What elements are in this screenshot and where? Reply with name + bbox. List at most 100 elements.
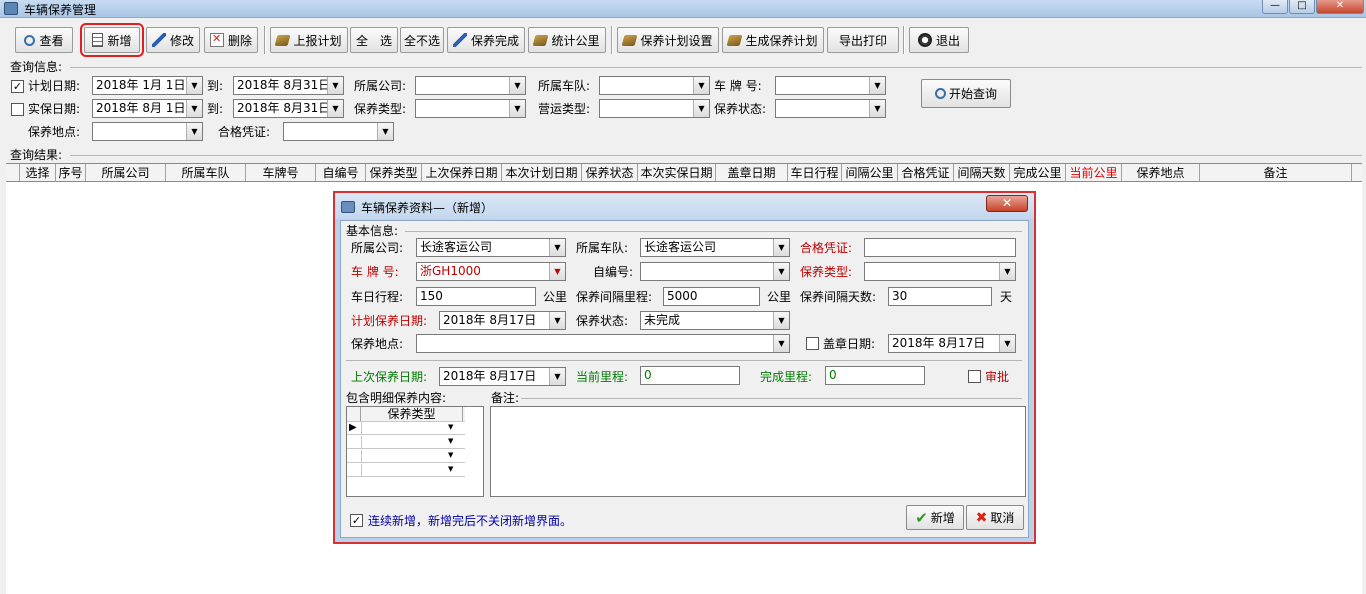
dlg-done-km-input[interactable]: 0: [825, 366, 925, 385]
company-label: 所属公司:: [354, 79, 407, 93]
minimize-button[interactable]: —: [1262, 0, 1288, 14]
pen-icon: [151, 33, 166, 47]
grid-column-header[interactable]: 保养类型: [366, 164, 422, 182]
dlg-stamp-date-picker[interactable]: 2018年 8月17日 ▼: [888, 334, 1016, 353]
grid-column-header[interactable]: 完成公里: [1010, 164, 1066, 182]
grid-column-header[interactable]: 当前公里: [1066, 164, 1122, 182]
dlg-detail-row[interactable]: ▼: [347, 464, 465, 477]
dlg-daily-km-label: 车日行程:: [351, 290, 404, 304]
actual-date-to-picker[interactable]: 2018年 8月31日 ▼: [233, 99, 344, 118]
grid-column-header[interactable]: 保养地点: [1122, 164, 1200, 182]
plate-select[interactable]: ▼: [775, 76, 886, 95]
maint-type-label: 保养类型:: [354, 102, 407, 116]
dlg-status-select[interactable]: 未完成 ▼: [640, 311, 790, 330]
grid-column-header[interactable]: 上次保养日期: [422, 164, 502, 182]
view-button[interactable]: 查看: [15, 27, 73, 53]
chevron-down-icon: ▼: [773, 239, 789, 256]
chevron-down-icon: ▼: [186, 77, 202, 94]
dlg-detail-row[interactable]: ▶ ▼: [347, 422, 465, 435]
actual-date-from-picker[interactable]: 2018年 8月 1日 ▼: [92, 99, 203, 118]
dlg-cancel-button[interactable]: ✖ 取消: [966, 505, 1024, 530]
dlg-company-select[interactable]: 长途客运公司 ▼: [416, 238, 566, 257]
dlg-detail-row[interactable]: ▼: [347, 436, 465, 449]
plan-date-checkbox[interactable]: ✓: [11, 80, 24, 93]
fleet-select[interactable]: ▼: [599, 76, 710, 95]
select-none-button[interactable]: 全不选: [400, 27, 444, 53]
actual-date-to-label: 到:: [207, 102, 224, 116]
grid-column-header[interactable]: 间隔天数: [954, 164, 1010, 182]
dlg-stamp-date-checkbox[interactable]: [806, 337, 819, 350]
generate-plan-button[interactable]: 生成保养计划: [722, 27, 824, 53]
dlg-remark-textarea[interactable]: [490, 406, 1026, 497]
exit-button[interactable]: 退出: [909, 27, 969, 53]
report-plan-button[interactable]: 上报计划: [270, 27, 348, 53]
dlg-self-no-select[interactable]: ▼: [640, 262, 790, 281]
dlg-add-button[interactable]: ✔ 新增: [906, 505, 964, 530]
grid-column-header[interactable]: 车牌号: [246, 164, 316, 182]
plan-date-from-picker[interactable]: 2018年 1月 1日 ▼: [92, 76, 203, 95]
grid-column-header[interactable]: 序号: [56, 164, 86, 182]
search-button[interactable]: 开始查询: [921, 79, 1011, 108]
dialog-close-button[interactable]: ✕: [986, 195, 1028, 212]
delete-button[interactable]: 删除: [204, 27, 258, 53]
add-record-dialog: 车辆保养资料—（新增） ✕ 基本信息: 所属公司: 长途客运公司 ▼ 所属车队:…: [333, 191, 1036, 544]
window-close-button[interactable]: ✕: [1316, 0, 1364, 14]
app-icon: [4, 2, 18, 15]
dlg-current-km-input[interactable]: 0: [640, 366, 740, 385]
dlg-maint-type-select[interactable]: ▼: [864, 262, 1016, 281]
grid-column-header[interactable]: 车日行程: [788, 164, 842, 182]
grid-column-header[interactable]: 本次计划日期: [502, 164, 582, 182]
grid-column-header[interactable]: 盖章日期: [716, 164, 788, 182]
edit-button[interactable]: 修改: [146, 27, 200, 53]
dlg-approve-checkbox[interactable]: [968, 370, 981, 383]
dlg-location-select[interactable]: ▼: [416, 334, 790, 353]
dialog-title-bar: 车辆保养资料—（新增） ✕: [335, 193, 1034, 219]
dlg-divider: [346, 360, 1022, 361]
plate-label: 车 牌 号:: [714, 79, 762, 93]
dlg-daily-km-input[interactable]: 150: [416, 287, 536, 306]
chevron-down-icon: ▼: [999, 335, 1015, 352]
grid-column-header[interactable]: 合格凭证: [898, 164, 954, 182]
grid-column-header[interactable]: 自编号: [316, 164, 366, 182]
dlg-done-km-label: 完成里程:: [760, 370, 813, 384]
company-select[interactable]: ▼: [415, 76, 526, 95]
maint-type-select[interactable]: ▼: [415, 99, 526, 118]
chevron-down-icon: ▼: [448, 451, 454, 459]
add-button[interactable]: 新增: [80, 23, 144, 57]
dlg-company-label: 所属公司:: [351, 241, 404, 255]
chevron-down-icon: ▼: [549, 312, 565, 329]
actual-date-checkbox[interactable]: [11, 103, 24, 116]
op-type-select[interactable]: ▼: [599, 99, 710, 118]
dlg-interval-days-input[interactable]: 30: [888, 287, 992, 306]
grid-column-header[interactable]: 保养状态: [582, 164, 638, 182]
plan-settings-button[interactable]: 保养计划设置: [617, 27, 719, 53]
chevron-down-icon: ▼: [693, 77, 709, 94]
dlg-plate-select[interactable]: 浙GH1000 ▼: [416, 262, 566, 281]
select-all-button[interactable]: 全 选: [350, 27, 398, 53]
dlg-cert-input[interactable]: [864, 238, 1016, 257]
search-icon: [934, 88, 946, 99]
dlg-interval-km-input[interactable]: 5000: [663, 287, 760, 306]
grid-column-header[interactable]: 所属公司: [86, 164, 166, 182]
plan-date-to-picker[interactable]: 2018年 8月31日 ▼: [233, 76, 344, 95]
grid-column-header[interactable]: 所属车队: [166, 164, 246, 182]
dlg-fleet-select[interactable]: 长途客运公司 ▼: [640, 238, 790, 257]
dlg-detail-row[interactable]: ▼: [347, 450, 465, 463]
chevron-down-icon: ▼: [509, 100, 525, 117]
grid-column-header[interactable]: 备注: [1200, 164, 1352, 182]
maint-status-select[interactable]: ▼: [775, 99, 886, 118]
dlg-plan-date-picker[interactable]: 2018年 8月17日 ▼: [439, 311, 566, 330]
dlg-last-date-picker[interactable]: 2018年 8月17日 ▼: [439, 367, 566, 386]
count-km-button[interactable]: 统计公里: [528, 27, 606, 53]
dialog-title: 车辆保养资料—（新增）: [361, 201, 494, 215]
location-select[interactable]: ▼: [92, 122, 203, 141]
dlg-continuous-checkbox[interactable]: ✓: [350, 514, 363, 527]
export-print-button[interactable]: 导出打印: [827, 27, 899, 53]
close-icon: ✖: [975, 509, 988, 526]
grid-column-header[interactable]: 选择: [20, 164, 56, 182]
grid-column-header[interactable]: 本次实保日期: [638, 164, 716, 182]
maintenance-done-button[interactable]: 保养完成: [447, 27, 525, 53]
grid-column-header[interactable]: 间隔公里: [842, 164, 898, 182]
cert-select[interactable]: ▼: [283, 122, 394, 141]
maximize-button[interactable]: □: [1289, 0, 1315, 14]
